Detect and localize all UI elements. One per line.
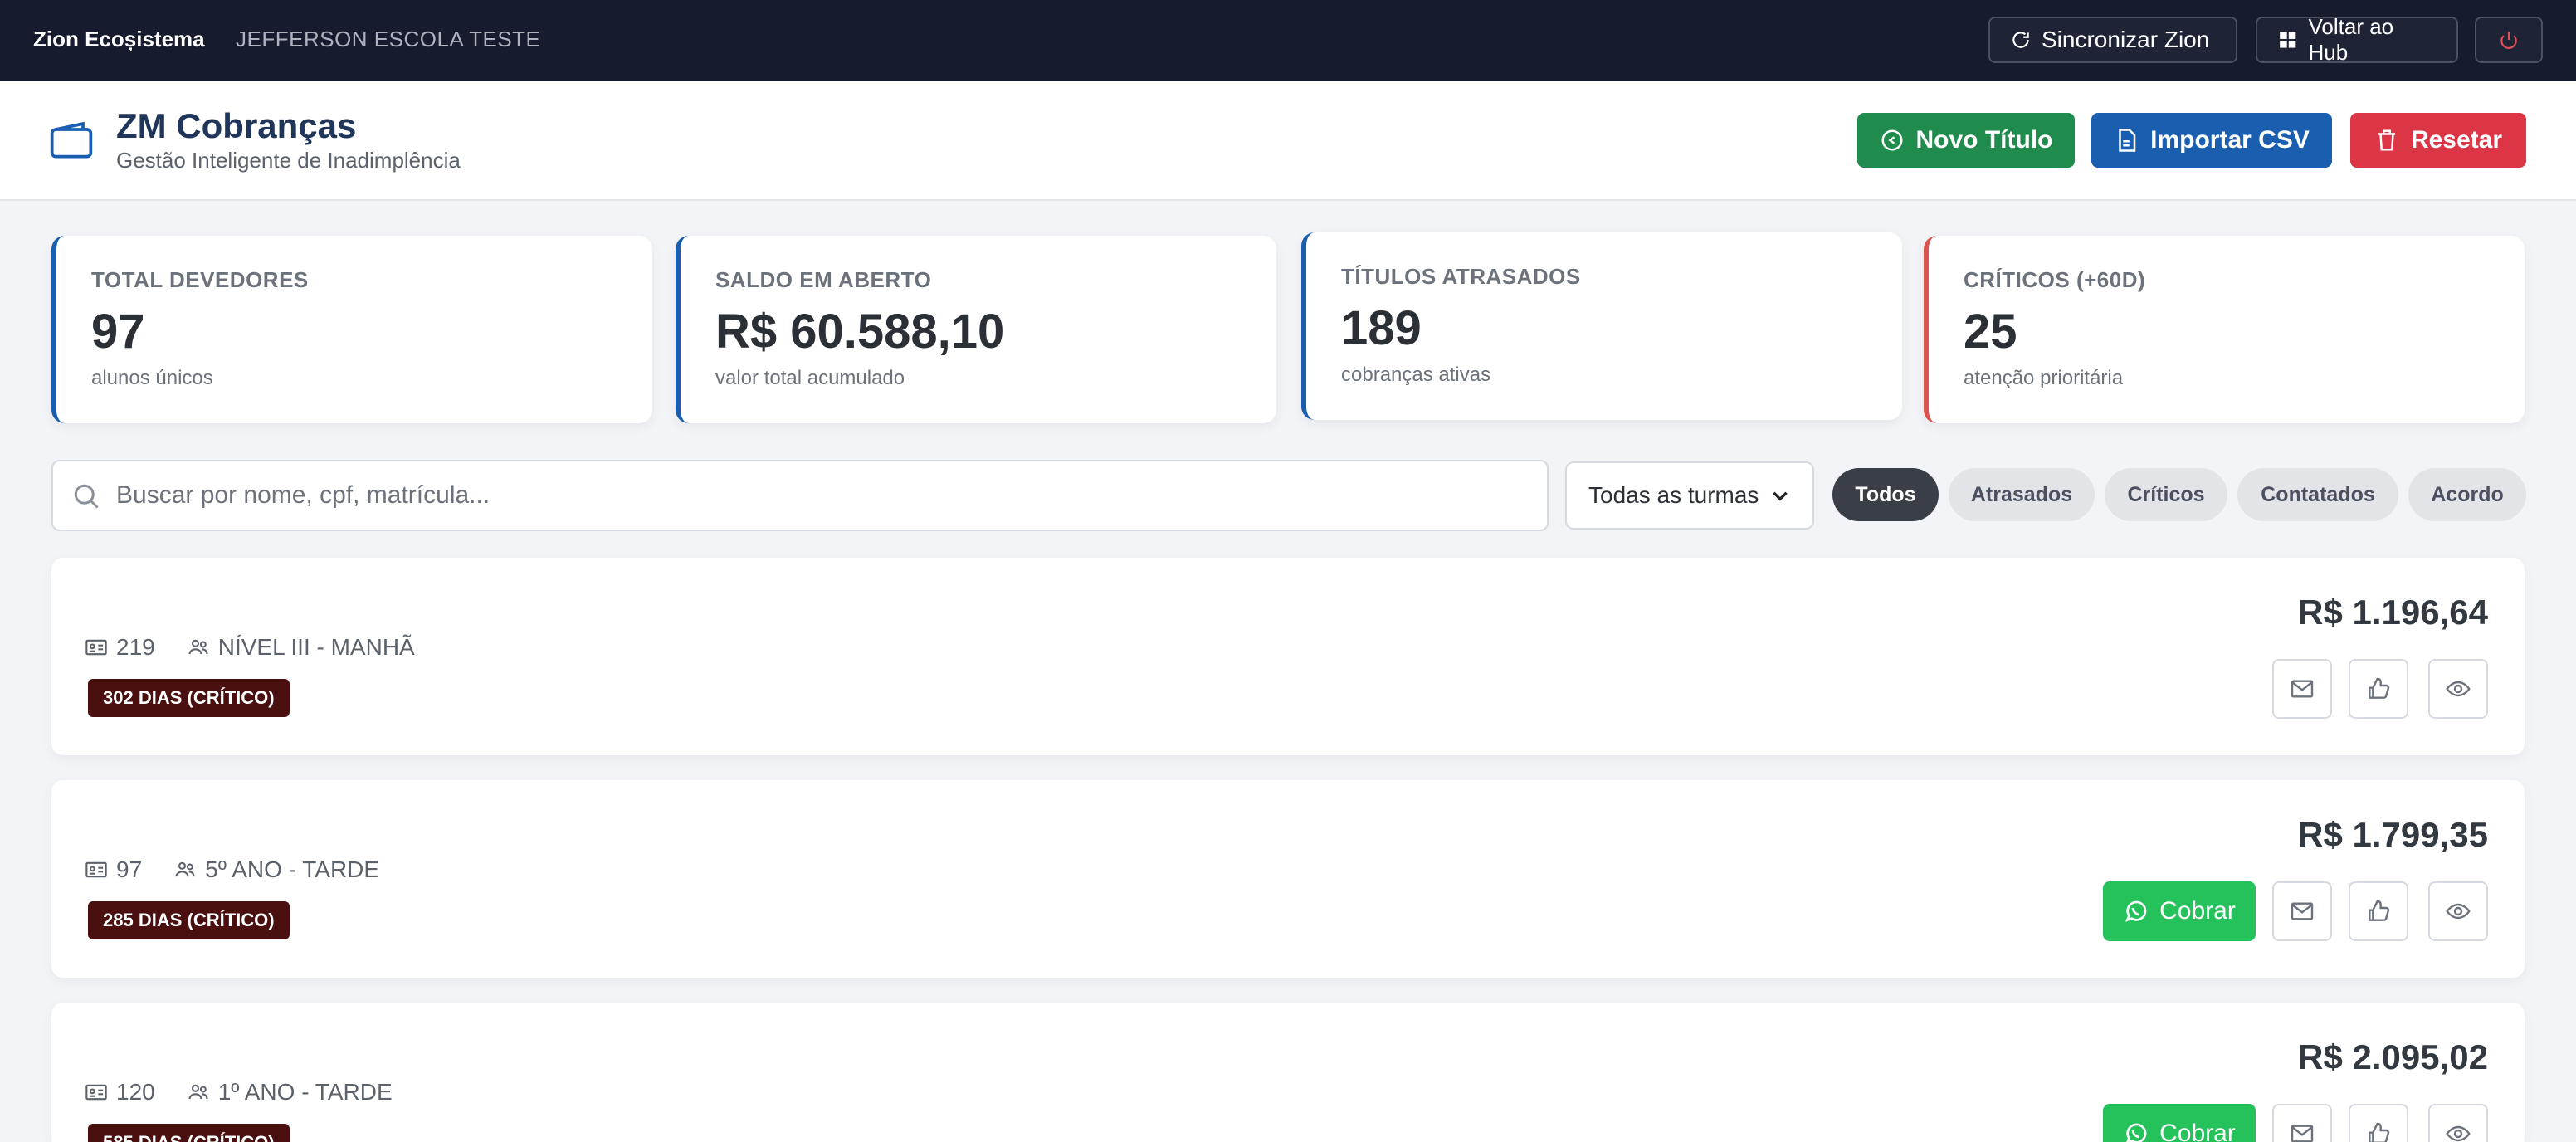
tab-todos[interactable]: Todos bbox=[1832, 468, 1939, 521]
status-badge: 302 DIAS (CRÍTICO) bbox=[88, 679, 290, 717]
debt-amount: R$ 1.799,35 bbox=[2298, 815, 2488, 854]
sync-label: Sincronizar Zion bbox=[2042, 27, 2210, 52]
thumbs-up-icon bbox=[2369, 677, 2390, 699]
class-name: 1º ANO - TARDE bbox=[217, 1079, 393, 1105]
mail-icon bbox=[2291, 1125, 2314, 1142]
top-bar: Zion Ecoșistema JEFFERSON ESCOLA TESTE S… bbox=[0, 0, 2576, 81]
debtor-meta: 219 NÍVEL III - MANHÃ bbox=[85, 634, 415, 661]
id-card-icon bbox=[85, 861, 107, 878]
eye-icon bbox=[2446, 903, 2471, 920]
stat-card-overdue-titles: TÍTULOS ATRASADOS 189 cobranças ativas bbox=[1301, 232, 1902, 420]
brand-name: Zion Ecoșistema bbox=[33, 27, 205, 51]
whatsapp-icon bbox=[2125, 900, 2147, 922]
eye-icon bbox=[2446, 681, 2471, 697]
trash-icon bbox=[2378, 129, 2395, 151]
school-name: JEFFERSON ESCOLA TESTE bbox=[236, 27, 541, 51]
mark-contacted-button[interactable] bbox=[2349, 881, 2408, 941]
mail-icon bbox=[2291, 680, 2314, 698]
grid-icon bbox=[2280, 32, 2296, 48]
debt-amount: R$ 1.196,64 bbox=[2298, 593, 2488, 632]
tab-atrasados[interactable]: Atrasados bbox=[1949, 468, 2095, 521]
import-csv-button[interactable]: Importar CSV bbox=[2091, 113, 2332, 168]
tab-criticos[interactable]: Críticos bbox=[2105, 468, 2227, 521]
stat-card-total-debtors: TOTAL DEVEDORES 97 alunos únicos bbox=[51, 236, 652, 423]
plus-circle-icon bbox=[1881, 129, 1902, 151]
enrollment-id: 97 bbox=[116, 856, 143, 882]
email-button[interactable] bbox=[2272, 1104, 2332, 1142]
thumbs-up-icon bbox=[2369, 900, 2390, 921]
view-details-button[interactable] bbox=[2428, 659, 2488, 719]
reset-button[interactable]: Resetar bbox=[2350, 113, 2526, 168]
enrollment-id: 120 bbox=[116, 1079, 155, 1105]
id-card-icon bbox=[85, 1084, 107, 1101]
page-title: ZM Cobranças bbox=[116, 106, 357, 145]
users-icon bbox=[188, 1084, 208, 1100]
mark-contacted-button[interactable] bbox=[2349, 659, 2408, 719]
power-icon bbox=[2500, 32, 2517, 49]
status-badge: 585 DIAS (CRÍTICO) bbox=[88, 1124, 290, 1142]
whatsapp-charge-button[interactable]: Cobrar bbox=[2103, 881, 2256, 941]
mail-icon bbox=[2291, 902, 2314, 920]
hub-label: Voltar ao Hub bbox=[2308, 14, 2394, 65]
debtor-card[interactable]: 97 5º ANO - TARDE 285 DIAS (CRÍTICO) R$ … bbox=[51, 780, 2525, 978]
chevron-down-icon bbox=[1773, 491, 1788, 501]
tab-acordo[interactable]: Acordo bbox=[2408, 468, 2526, 521]
users-icon bbox=[175, 861, 195, 877]
status-badge: 285 DIAS (CRÍTICO) bbox=[88, 901, 290, 939]
search-icon bbox=[74, 484, 99, 509]
tab-contatados[interactable]: Contatados bbox=[2237, 468, 2398, 521]
stat-card-critical: CRÍTICOS (+60D) 25 atenção prioritária bbox=[1924, 236, 2525, 423]
file-icon bbox=[2119, 129, 2136, 152]
search-input[interactable] bbox=[116, 461, 1527, 530]
debtor-card[interactable]: 120 1º ANO - TARDE 585 DIAS (CRÍTICO) R$… bbox=[51, 1003, 2525, 1142]
view-details-button[interactable] bbox=[2428, 881, 2488, 941]
whatsapp-icon bbox=[2126, 1123, 2147, 1142]
new-title-button[interactable]: Novo Título bbox=[1857, 113, 2075, 168]
logout-button[interactable] bbox=[2475, 17, 2543, 63]
debtor-meta: 120 1º ANO - TARDE bbox=[85, 1079, 393, 1105]
enrollment-id: 219 bbox=[116, 634, 155, 660]
page-header: ZM Cobranças Gestão Inteligente de Inadi… bbox=[0, 81, 2576, 201]
mark-contacted-button[interactable] bbox=[2349, 1104, 2408, 1142]
stat-card-open-balance: SALDO EM ABERTO R$ 60.588,10 valor total… bbox=[676, 236, 1276, 423]
class-name: 5º ANO - TARDE bbox=[205, 856, 380, 882]
search-box bbox=[51, 460, 1549, 531]
debtor-card[interactable]: 219 NÍVEL III - MANHÃ 302 DIAS (CRÍTICO)… bbox=[51, 558, 2525, 755]
debt-amount: R$ 2.095,02 bbox=[2298, 1037, 2488, 1076]
users-icon bbox=[188, 639, 208, 655]
class-name: NÍVEL III - MANHÃ bbox=[217, 634, 415, 660]
view-details-button[interactable] bbox=[2428, 1104, 2488, 1142]
back-to-hub-button[interactable]: Voltar ao Hub bbox=[2256, 14, 2458, 65]
sync-button[interactable]: Sincronizar Zion bbox=[1988, 17, 2237, 63]
debtor-meta: 97 5º ANO - TARDE bbox=[85, 856, 379, 883]
class-select[interactable]: Todas as turmas bbox=[1565, 461, 1814, 530]
thumbs-up-icon bbox=[2369, 1122, 2390, 1142]
eye-icon bbox=[2446, 1125, 2471, 1142]
sync-icon bbox=[2013, 32, 2029, 48]
page-subtitle: Gestão Inteligente de Inadimplência bbox=[116, 148, 461, 173]
email-button[interactable] bbox=[2272, 659, 2332, 719]
email-button[interactable] bbox=[2272, 881, 2332, 941]
wallet-icon bbox=[50, 121, 93, 159]
whatsapp-charge-button[interactable]: Cobrar bbox=[2103, 1104, 2256, 1142]
id-card-icon bbox=[85, 639, 107, 656]
